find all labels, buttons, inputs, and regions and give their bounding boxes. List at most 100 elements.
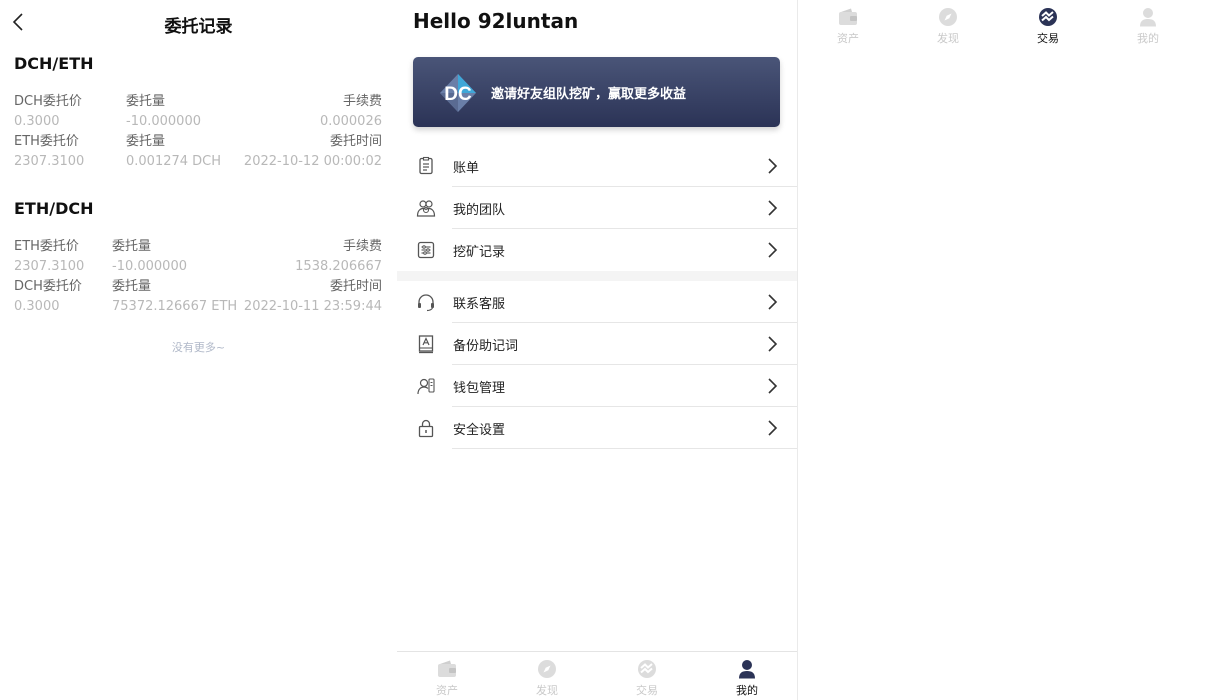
- menu-item-label: 备份助记词: [453, 339, 519, 354]
- order-label: 手续费: [342, 239, 382, 254]
- tab-trade[interactable]: 交易: [998, 7, 1098, 50]
- order-value-row: 2307.3100 -10.000000 1538.206667: [14, 257, 382, 277]
- menu-item-customer-service[interactable]: 联系客服: [397, 281, 797, 323]
- order-label-row: ETH委托价 委托量 委托时间: [14, 132, 382, 152]
- order-label: ETH委托价: [14, 134, 79, 149]
- tab-label: 我的: [1137, 32, 1159, 45]
- orders-panel: 委托记录 DCH/ETH DCH委托价 委托量 手续费 0.3000 -10.0…: [0, 0, 397, 700]
- invite-banner-text: 邀请好友组队挖矿，赢取更多收益: [491, 87, 687, 102]
- order-value: 0.3000: [14, 114, 60, 129]
- order-label: 委托量: [112, 239, 152, 254]
- tab-discover[interactable]: 发现: [497, 659, 597, 700]
- bottom-tabbar: 资产 发现 交易 我的: [397, 651, 797, 700]
- order-value: 2307.3100: [14, 259, 85, 274]
- tab-assets[interactable]: 资产: [798, 7, 898, 50]
- menu-group-2: 联系客服 备份助记词 钱包管理 安全设置: [397, 281, 797, 449]
- order-value: 0.000026: [319, 114, 382, 129]
- menu-item-label: 账单: [453, 161, 480, 176]
- chevron-right-icon: [768, 294, 778, 310]
- chevron-right-icon: [768, 200, 778, 216]
- user-icon: [1140, 8, 1156, 27]
- profile-panel: Hello 92luntan DC 邀请好友组队挖矿，赢取更多收益 账单 我的团…: [397, 0, 797, 700]
- order-value: 2022-10-11 23:59:44: [243, 299, 382, 314]
- order-label: 委托时间: [329, 134, 382, 149]
- order-label: 手续费: [342, 94, 382, 109]
- order-card: ETH/DCH ETH委托价 委托量 手续费 2307.3100 -10.000…: [0, 189, 397, 317]
- panel-divider: [797, 0, 798, 700]
- wallet-icon: [839, 8, 857, 25]
- backup-book-icon: [418, 335, 434, 354]
- order-label: 委托量: [126, 94, 166, 109]
- menu-item-label: 挖矿记录: [453, 245, 506, 260]
- orders-header: 委托记录: [0, 0, 397, 44]
- chevron-right-icon: [768, 336, 778, 352]
- menu-item-wallet-management[interactable]: 钱包管理: [397, 365, 797, 407]
- tab-trade[interactable]: 交易: [597, 659, 697, 700]
- order-label: DCH委托价: [14, 279, 82, 294]
- order-value-row: 2307.3100 0.001274 DCH 2022-10-12 00:00:…: [14, 152, 382, 172]
- order-label-row: DCH委托价 委托量 委托时间: [14, 277, 382, 297]
- order-label-row: DCH委托价 委托量 手续费: [14, 92, 382, 112]
- tab-label: 交易: [636, 684, 658, 697]
- order-pair: DCH/ETH: [14, 54, 94, 73]
- menu-group-1: 账单 我的团队 挖矿记录: [397, 145, 797, 271]
- order-label: 委托量: [112, 279, 152, 294]
- tab-label: 发现: [536, 684, 558, 697]
- menu-item-backup-mnemonic[interactable]: 备份助记词: [397, 323, 797, 365]
- compass-icon: [939, 8, 957, 26]
- chevron-right-icon: [768, 378, 778, 394]
- chevron-right-icon: [768, 158, 778, 174]
- page-title: 委托记录: [164, 17, 233, 37]
- order-value-row: 0.3000 75372.126667 ETH 2022-10-11 23:59…: [14, 297, 382, 317]
- mining-record-icon: [417, 241, 435, 259]
- headset-icon: [418, 294, 434, 312]
- top-tabbar: 资产 发现 交易 我的: [798, 0, 1198, 50]
- compass-icon: [538, 660, 556, 678]
- no-more-text: 没有更多~: [171, 341, 226, 354]
- menu-item-mining-record[interactable]: 挖矿记录: [397, 229, 797, 271]
- order-value: 75372.126667 ETH: [112, 299, 238, 314]
- wallet-manage-icon: [417, 378, 435, 395]
- order-value: 0.001274 DCH: [126, 154, 222, 169]
- tab-label: 交易: [1037, 32, 1059, 45]
- order-label: 委托时间: [329, 279, 382, 294]
- tab-mine[interactable]: 我的: [697, 659, 797, 700]
- dc-logo-icon: DC: [440, 74, 476, 112]
- order-value: 1538.206667: [295, 259, 382, 274]
- tab-label: 我的: [736, 684, 758, 697]
- tab-mine[interactable]: 我的: [1098, 7, 1198, 50]
- order-value: 2022-10-12 00:00:02: [243, 154, 382, 169]
- order-value: -10.000000: [112, 259, 187, 274]
- divider: [452, 448, 797, 449]
- order-value-row: 0.3000 -10.000000 0.000026: [14, 112, 382, 132]
- menu-item-label: 安全设置: [453, 423, 506, 438]
- tab-assets[interactable]: 资产: [397, 659, 497, 700]
- tab-label: 发现: [937, 32, 959, 45]
- tab-label: 资产: [436, 684, 458, 697]
- order-value: 2307.3100: [14, 154, 85, 169]
- order-label-row: ETH委托价 委托量 手续费: [14, 237, 382, 257]
- order-label: 委托量: [126, 134, 166, 149]
- chevron-right-icon: [768, 242, 778, 258]
- order-label: DCH委托价: [14, 94, 82, 109]
- menu-item-label: 钱包管理: [453, 381, 506, 396]
- order-value: -10.000000: [126, 114, 201, 129]
- section-separator: [397, 271, 797, 281]
- order-value: 0.3000: [14, 299, 60, 314]
- menu-item-team[interactable]: 我的团队: [397, 187, 797, 229]
- menu-item-security-settings[interactable]: 安全设置: [397, 407, 797, 449]
- invite-banner[interactable]: DC 邀请好友组队挖矿，赢取更多收益: [413, 57, 780, 127]
- user-icon: [739, 660, 755, 679]
- menu-item-bill[interactable]: 账单: [397, 145, 797, 187]
- menu-item-label: 联系客服: [453, 297, 506, 312]
- wallet-icon: [438, 660, 456, 677]
- order-pair: ETH/DCH: [14, 199, 94, 218]
- dc-logo-text: DC: [444, 84, 472, 105]
- team-icon: [416, 200, 436, 217]
- tab-label: 资产: [837, 32, 859, 45]
- tab-discover[interactable]: 发现: [898, 7, 998, 50]
- lock-icon: [418, 419, 434, 438]
- order-label: ETH委托价: [14, 239, 79, 254]
- greeting-title: Hello 92luntan: [413, 9, 579, 33]
- trade-icon: [638, 660, 656, 678]
